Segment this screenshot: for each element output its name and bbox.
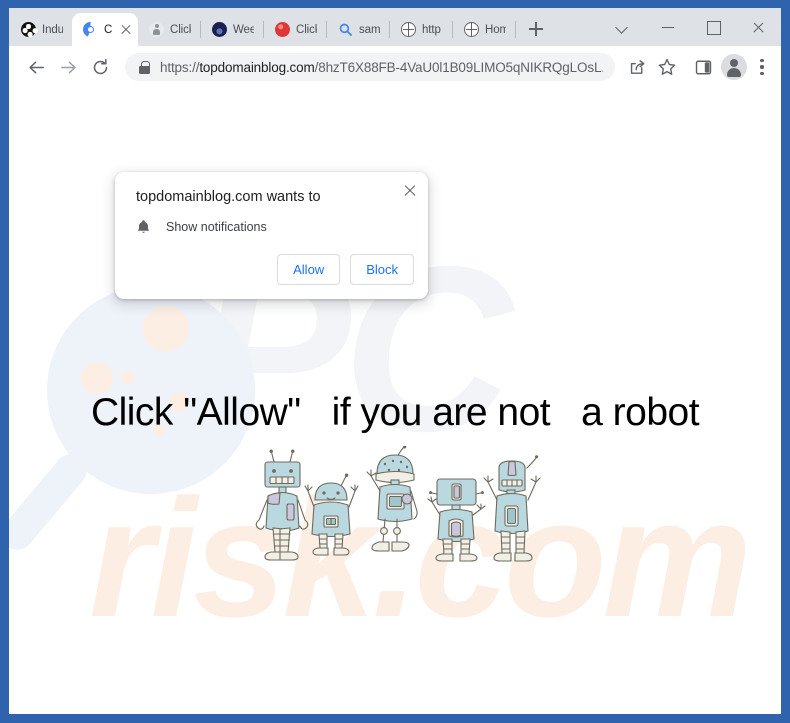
- browser-tab-7[interactable]: Hom: [453, 13, 515, 46]
- dialog-title: topdomainblog.com wants to: [136, 189, 321, 205]
- permission-label: Show notifications: [166, 220, 267, 234]
- tab-label: Indu: [42, 23, 63, 36]
- tab-close-icon[interactable]: [118, 22, 133, 37]
- browser-tab-0[interactable]: Indu: [10, 13, 72, 46]
- new-tab-button[interactable]: [523, 16, 549, 42]
- tab-label: Hom: [485, 23, 506, 36]
- red-circle-icon: [275, 22, 290, 37]
- page-title: Click "Allow" if you are not a robot: [90, 391, 700, 434]
- browser-tab-3[interactable]: Wee: [201, 13, 263, 46]
- page-content: PC risk.com Click "Allow" if you are not…: [9, 88, 781, 714]
- browser-tab-1-active[interactable]: C: [72, 13, 138, 46]
- maximize-button[interactable]: [691, 8, 736, 46]
- forward-button[interactable]: [53, 52, 83, 82]
- tab-label: Wee: [233, 23, 254, 36]
- bookmark-star-icon[interactable]: [653, 53, 681, 81]
- tab-separator: [515, 21, 516, 38]
- permission-row: Show notifications: [136, 219, 267, 235]
- side-panel-icon[interactable]: [689, 53, 717, 81]
- magnifying-glass-icon: [47, 286, 255, 494]
- close-window-button[interactable]: [736, 8, 781, 46]
- minimize-button[interactable]: [646, 8, 691, 46]
- allow-button[interactable]: Allow: [277, 254, 341, 285]
- browser-tab-6[interactable]: http: [390, 13, 452, 46]
- tab-label: sam: [359, 23, 380, 36]
- browser-tab-5[interactable]: sam: [327, 13, 389, 46]
- close-icon[interactable]: [400, 180, 420, 200]
- tab-label: Click: [170, 23, 191, 36]
- magnifying-glass-handle-icon: [9, 447, 94, 557]
- search-icon: [338, 22, 353, 37]
- block-button[interactable]: Block: [350, 254, 414, 285]
- window-frame: Indu C Click Wee Click: [0, 0, 790, 723]
- robots-illustration: .rb { fill:#b9d8df; stroke:#6e6a5c; stro…: [249, 445, 559, 568]
- film-reel-icon: [21, 22, 36, 37]
- notification-permission-dialog: topdomainblog.com wants to Show notifica…: [115, 172, 428, 299]
- tab-label: http: [422, 23, 441, 36]
- share-icon[interactable]: [623, 53, 651, 81]
- tab-label: C: [104, 23, 113, 36]
- reload-button[interactable]: [85, 52, 115, 82]
- tab-search-chevron-down-icon[interactable]: [601, 8, 646, 46]
- browser-tab-2[interactable]: Click: [138, 13, 200, 46]
- chrome-icon: [83, 22, 98, 37]
- globe-icon: [401, 22, 416, 37]
- navy-globe-icon: [212, 22, 227, 37]
- person-icon: [149, 22, 164, 37]
- url-text: https://topdomainblog.com/8hzT6X88FB-4Va…: [160, 59, 603, 75]
- browser-window: Indu C Click Wee Click: [9, 8, 781, 714]
- address-bar[interactable]: https://topdomainblog.com/8hzT6X88FB-4Va…: [125, 53, 615, 81]
- globe-icon: [464, 22, 479, 37]
- bell-icon: [136, 219, 151, 235]
- profile-avatar[interactable]: [721, 54, 747, 80]
- browser-toolbar: https://topdomainblog.com/8hzT6X88FB-4Va…: [9, 46, 781, 88]
- chrome-menu-icon[interactable]: [751, 53, 773, 81]
- dialog-buttons: Allow Block: [277, 254, 414, 285]
- back-button[interactable]: [21, 52, 51, 82]
- tab-strip: Indu C Click Wee Click: [9, 8, 781, 46]
- lock-icon: [139, 60, 150, 74]
- tab-label: Click: [296, 23, 317, 36]
- browser-tab-4[interactable]: Click: [264, 13, 326, 46]
- window-controls: [601, 8, 781, 46]
